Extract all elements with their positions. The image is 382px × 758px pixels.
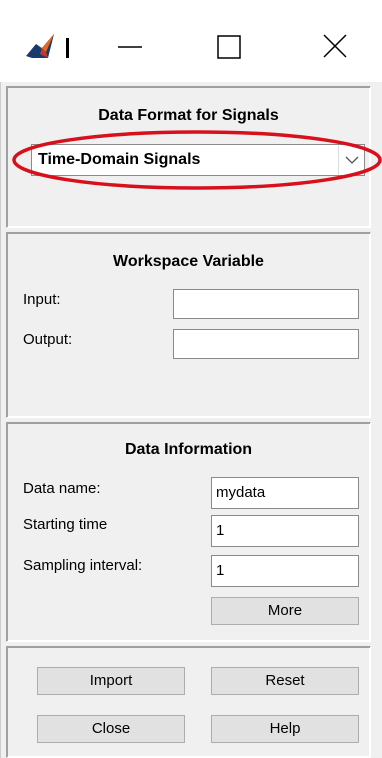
input-field[interactable] <box>173 289 359 319</box>
data-name-label: Data name: <box>23 480 101 497</box>
actions-panel: Import Reset Close Help <box>6 646 371 758</box>
output-field[interactable] <box>173 329 359 359</box>
close-button[interactable]: Close <box>37 715 185 743</box>
annotation-ellipse <box>12 130 382 190</box>
workspace-variable-panel: Workspace Variable Input: Output: <box>6 232 371 418</box>
reset-button[interactable]: Reset <box>211 667 359 695</box>
more-button[interactable]: More <box>211 597 359 625</box>
data-information-panel: Data Information Data name: mydata Start… <box>6 422 371 642</box>
title-bar <box>0 0 382 82</box>
output-label: Output: <box>23 331 73 348</box>
starting-time-field[interactable]: 1 <box>211 515 359 547</box>
import-button[interactable]: Import <box>37 667 185 695</box>
data-format-panel: Data Format for Signals Time-Domain Sign… <box>6 86 382 228</box>
input-label: Input: <box>23 291 61 308</box>
starting-time-label: Starting time <box>23 516 108 533</box>
data-name-field[interactable]: mydata <box>211 477 359 509</box>
help-button[interactable]: Help <box>211 715 359 743</box>
close-icon[interactable] <box>305 22 365 72</box>
data-format-title: Data Format for Signals <box>98 107 279 124</box>
maximize-icon[interactable] <box>200 22 260 72</box>
workspace-variable-title: Workspace Variable <box>113 253 264 270</box>
data-information-title: Data Information <box>124 441 253 458</box>
sampling-interval-label: Sampling interval: <box>23 557 143 574</box>
matlab-logo-icon[interactable] <box>26 34 54 58</box>
title-text-cursor <box>66 38 69 58</box>
minimize-icon[interactable] <box>100 22 160 72</box>
sampling-interval-field[interactable]: 1 <box>211 555 359 587</box>
